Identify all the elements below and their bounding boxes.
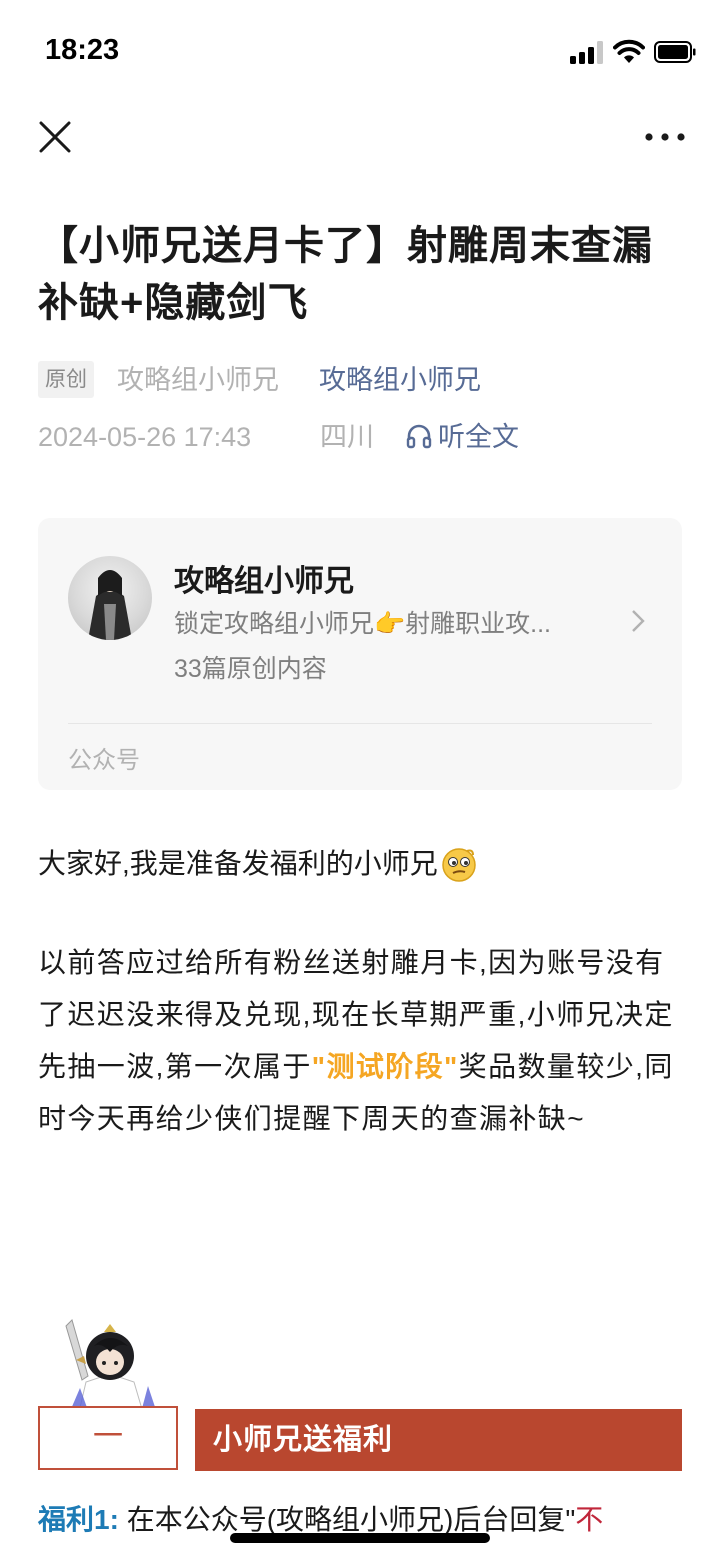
benefit-text: 在本公众号(攻略组小师兄)后台回复": [126, 1504, 576, 1535]
article-meta: 原创 攻略组小师兄 攻略组小师兄: [38, 360, 698, 400]
wifi-icon: [613, 39, 645, 63]
divider: [68, 723, 652, 724]
section-title: 小师兄送福利: [195, 1409, 682, 1471]
benefit-red-text: 不: [575, 1504, 604, 1535]
original-count: 33篇原创内容: [174, 655, 327, 683]
publish-date: 2024-05-26 17:43: [38, 422, 252, 452]
author-name: 攻略组小师兄: [117, 365, 279, 395]
original-tag: 原创: [38, 361, 94, 398]
account-name: 攻略组小师兄: [174, 565, 354, 598]
account-description: 锁定攻略组小师兄👉射雕职业攻...: [174, 610, 551, 638]
status-time: 18:23: [45, 34, 120, 66]
listen-full-text-button[interactable]: 听全文: [406, 417, 519, 457]
section-number: 一: [38, 1406, 178, 1470]
greeting-label: 大家好,我是准备发福利的小师兄: [38, 848, 438, 879]
close-icon[interactable]: [36, 118, 74, 156]
publish-region: 四川: [320, 422, 374, 452]
listen-label: 听全文: [438, 422, 519, 452]
home-indicator[interactable]: [230, 1533, 490, 1543]
highlight-test-phase: "测试阶段": [311, 1051, 459, 1082]
article-meta-2: 2024-05-26 17:43 四川 听全文: [38, 417, 698, 457]
intro-paragraph: 以前答应过给所有粉丝送射雕月卡,因为账号没有了迟迟没来得及兑现,现在长草期严重,…: [38, 937, 684, 1145]
more-icon[interactable]: [640, 122, 690, 152]
headphone-icon: [406, 424, 432, 449]
status-bar: 18:23: [0, 0, 720, 100]
chibi-character-image: [65, 1319, 158, 1416]
greeting-text: 大家好,我是准备发福利的小师兄: [38, 840, 478, 888]
battery-icon: [654, 41, 696, 63]
benefit-label: 福利1:: [38, 1504, 119, 1535]
avatar: [68, 556, 152, 640]
article-title: 【小师兄送月卡了】射雕周末查漏补缺+隐藏剑飞: [38, 224, 653, 325]
account-link[interactable]: 攻略组小师兄: [319, 360, 481, 400]
chevron-right-icon: [632, 610, 645, 632]
account-type: 公众号: [68, 747, 140, 774]
smirk-emoji-icon: [442, 848, 476, 882]
account-profile-card[interactable]: 攻略组小师兄 锁定攻略组小师兄👉射雕职业攻... 33篇原创内容 公众号: [38, 518, 682, 790]
cellular-signal-icon: [570, 40, 604, 64]
